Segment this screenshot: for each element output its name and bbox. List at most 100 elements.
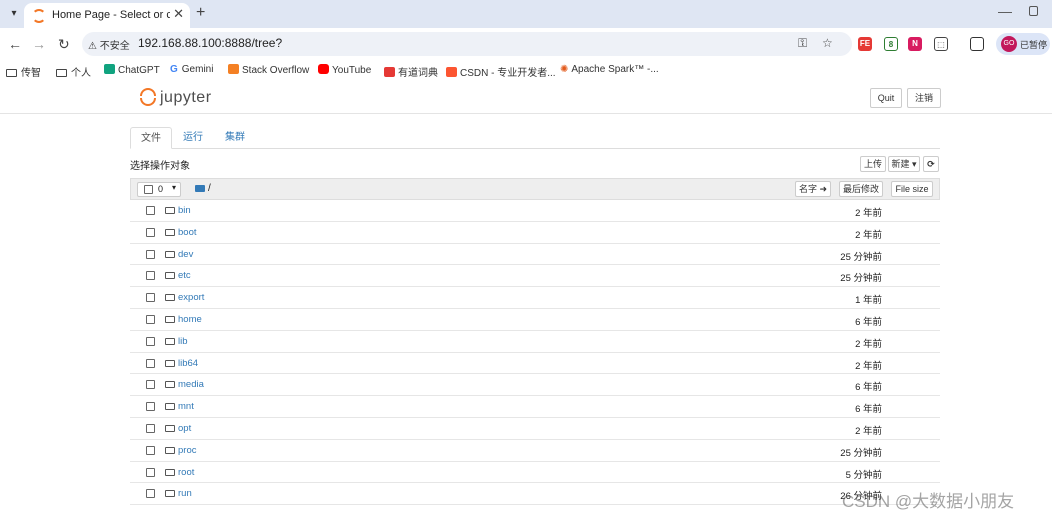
list-item[interactable]: root 5 分钟前 — [130, 462, 940, 484]
profile-button[interactable]: GO 已暂停 — [996, 33, 1050, 55]
file-name[interactable]: home — [178, 314, 202, 325]
minimize-icon[interactable]: — — [998, 3, 1012, 19]
row-checkbox[interactable] — [146, 467, 155, 477]
row-checkbox[interactable] — [146, 293, 155, 303]
file-name[interactable]: dev — [178, 249, 193, 260]
list-item[interactable]: proc 25 分钟前 — [130, 440, 940, 462]
bookmark-youtube[interactable]: YouTube — [318, 64, 371, 76]
back-icon[interactable]: ← — [8, 36, 22, 52]
new-tab-icon[interactable]: + — [196, 4, 205, 22]
bookmark-chatgpt[interactable]: ChatGPT — [104, 64, 160, 76]
maximize-icon[interactable] — [1029, 6, 1038, 16]
refresh-icon[interactable]: ⟳ — [923, 156, 939, 172]
file-name[interactable]: etc — [178, 270, 191, 281]
row-checkbox[interactable] — [146, 380, 155, 390]
row-checkbox[interactable] — [146, 271, 155, 281]
list-item[interactable]: boot 2 年前 — [130, 222, 940, 244]
row-checkbox[interactable] — [146, 314, 155, 324]
close-tab-icon[interactable]: ✕ — [173, 6, 184, 22]
extension-leaf-icon[interactable]: 8 — [884, 37, 898, 51]
list-item[interactable]: run 26 分钟前 — [130, 483, 940, 506]
folder-icon — [165, 228, 175, 236]
file-name[interactable]: root — [178, 467, 194, 478]
file-name[interactable]: bin — [178, 205, 191, 216]
tab-files[interactable]: 文件 — [130, 127, 172, 149]
bookmark-stackoverflow[interactable]: Stack Overflow — [228, 64, 309, 76]
file-name[interactable]: boot — [178, 227, 197, 238]
jupyter-brand[interactable]: jupyter — [160, 89, 212, 107]
bookmark-folder-personal[interactable]: 个人 — [56, 64, 91, 79]
row-checkbox[interactable] — [146, 402, 155, 412]
file-modified: 2 年前 — [855, 229, 882, 241]
list-item[interactable]: media 6 年前 — [130, 374, 940, 397]
file-modified: 2 年前 — [855, 360, 882, 372]
folder-icon — [165, 359, 175, 367]
forward-icon[interactable]: → — [32, 36, 46, 52]
bookmark-gemini[interactable]: G Gemini — [170, 64, 213, 75]
logout-button[interactable]: 注销 — [907, 88, 941, 108]
list-item[interactable]: lib64 2 年前 — [130, 353, 940, 375]
file-name[interactable]: mnt — [178, 401, 194, 412]
security-indicator[interactable]: ⚠ 不安全 — [88, 37, 130, 52]
side-panel-icon[interactable] — [970, 37, 984, 51]
tab-clusters[interactable]: 集群 — [216, 127, 254, 149]
file-name[interactable]: lib — [178, 336, 188, 347]
upload-button[interactable]: 上传 — [860, 156, 886, 172]
file-name[interactable]: run — [178, 488, 192, 499]
select-all-checkbox[interactable] — [144, 185, 153, 194]
omnibox[interactable]: ⚠ 不安全 192.168.88.100:8888/tree? ⚿ ☆ — [82, 32, 852, 56]
row-checkbox[interactable] — [146, 445, 155, 455]
sort-by-name-button[interactable]: 名字 ➜ — [795, 181, 831, 197]
select-all-dropdown[interactable]: 0 ▾ — [137, 182, 181, 197]
select-action-label: 选择操作对象 — [130, 161, 190, 172]
bookmarks-bar: 传智 个人 ChatGPT G Gemini Stack Overflow You… — [0, 60, 1052, 82]
row-checkbox[interactable] — [146, 249, 155, 259]
new-dropdown-button[interactable]: 新建 ▾ — [888, 156, 920, 172]
extensions-puzzle-icon[interactable]: ⬚ — [934, 37, 948, 51]
tab-search-icon[interactable]: ▾ — [6, 6, 22, 22]
folder-icon — [165, 403, 175, 411]
file-name[interactable]: export — [178, 292, 204, 303]
row-checkbox[interactable] — [146, 206, 155, 215]
current-path[interactable]: / — [208, 183, 211, 194]
list-item[interactable]: lib 2 年前 — [130, 331, 940, 353]
jupyter-favicon-icon — [32, 9, 46, 23]
row-checkbox[interactable] — [146, 336, 155, 346]
password-key-icon[interactable]: ⚿ — [798, 36, 807, 51]
file-name[interactable]: proc — [178, 445, 196, 456]
list-item[interactable]: export 1 年前 — [130, 287, 940, 309]
browser-tab-home[interactable]: Home Page - Select or create ✕ — [24, 3, 190, 28]
row-checkbox[interactable] — [146, 227, 155, 237]
list-item[interactable]: bin 2 年前 — [130, 200, 940, 222]
sort-by-modified-button[interactable]: 最后修改 — [839, 181, 883, 197]
extension-fe-icon[interactable]: FE — [858, 37, 872, 51]
list-item[interactable]: etc 25 分钟前 — [130, 265, 940, 288]
file-name[interactable]: lib64 — [178, 358, 198, 369]
row-checkbox[interactable] — [146, 489, 155, 499]
reload-icon[interactable]: ↻ — [58, 36, 70, 53]
youtube-icon — [318, 64, 329, 74]
file-name[interactable]: media — [178, 379, 204, 390]
bookmark-label: Gemini — [181, 64, 214, 75]
list-item[interactable]: home 6 年前 — [130, 309, 940, 331]
row-checkbox[interactable] — [146, 423, 155, 433]
list-item[interactable]: opt 2 年前 — [130, 418, 940, 440]
url-text[interactable]: 192.168.88.100:8888/tree? — [138, 36, 282, 50]
row-checkbox[interactable] — [146, 358, 155, 368]
file-name[interactable]: opt — [178, 423, 191, 434]
bookmark-spark[interactable]: ✺ Apache Spark™ -... — [560, 64, 659, 75]
folder-icon — [56, 69, 67, 77]
folder-icon[interactable] — [195, 185, 205, 192]
bookmark-folder-chuanzhi[interactable]: 传智 — [6, 64, 41, 79]
tab-running[interactable]: 运行 — [174, 127, 212, 149]
bookmark-csdn[interactable]: CSDN - 专业开发者... — [446, 64, 556, 79]
bookmark-label: CSDN - 专业开发者... — [460, 68, 556, 79]
list-item[interactable]: mnt 6 年前 — [130, 396, 940, 418]
list-item[interactable]: dev 25 分钟前 — [130, 244, 940, 266]
extension-pink-icon[interactable]: N — [908, 37, 922, 51]
bookmark-star-icon[interactable]: ☆ — [822, 36, 833, 50]
quit-button[interactable]: Quit — [870, 88, 902, 108]
jupyter-logo-icon[interactable] — [140, 88, 156, 106]
bookmark-youdao[interactable]: 有道词典 — [384, 64, 438, 79]
sort-by-size-button[interactable]: File size — [891, 181, 933, 197]
